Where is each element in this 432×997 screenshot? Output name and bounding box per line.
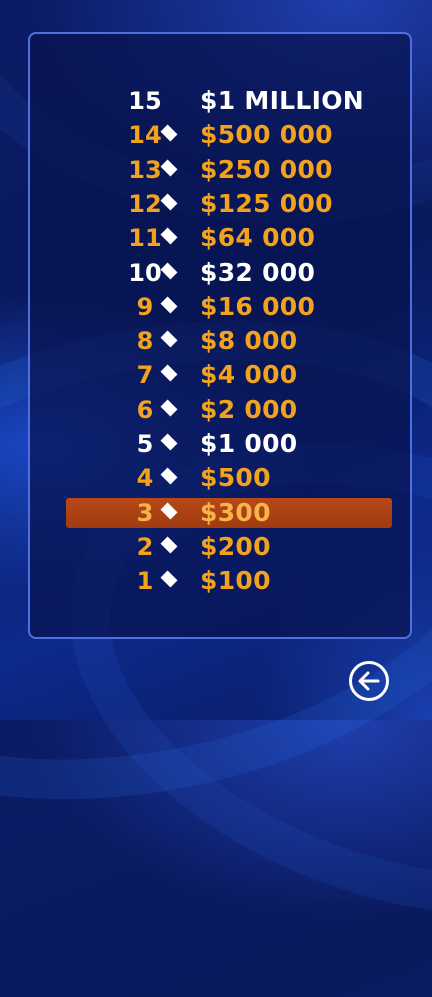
- ladder-prize-amount: $200: [200, 531, 271, 561]
- back-button[interactable]: [349, 661, 389, 701]
- ladder-prize-amount: $250 000: [200, 154, 333, 184]
- ladder-row: 7 $4 000: [66, 360, 392, 390]
- diamond-icon: [162, 403, 176, 417]
- diamond-icon: [162, 300, 176, 314]
- ladder-prize-amount: $64 000: [200, 223, 316, 253]
- ladder-prize-amount: $125 000: [200, 188, 333, 218]
- ladder-row: 14 $500 000: [66, 120, 392, 150]
- ladder-row: 10 $32 000: [66, 258, 392, 288]
- diamond-icon: [162, 266, 176, 280]
- ladder-row-current: 3 $300: [66, 497, 392, 528]
- ladder-row: 11 $64 000: [66, 223, 392, 253]
- ladder-row: 2 $200: [66, 532, 392, 562]
- ladder-row: 6 $2 000: [66, 395, 392, 425]
- ladder-prize-amount: $1 000: [200, 429, 298, 458]
- diamond-icon: [162, 128, 176, 142]
- diamond-icon: [162, 334, 176, 348]
- ladder-prize-amount: $500 000: [200, 120, 333, 150]
- ladder-row: 4 $500: [66, 463, 392, 493]
- ladder-prize-amount: $8 000: [200, 326, 298, 356]
- ladder-row: 15 $1 MILLION: [66, 86, 392, 116]
- diamond-icon: [162, 471, 176, 485]
- ladder-row: 9 $16 000: [66, 292, 392, 322]
- diamond-icon: [162, 506, 176, 520]
- ladder-row: 8 $8 000: [66, 326, 392, 356]
- money-ladder: 15 $1 MILLION 14 $500 000 13 $250 000 12 $125 0…: [30, 34, 410, 637]
- ladder-prize-amount: $2 000: [200, 394, 298, 424]
- money-ladder-panel: 15 $1 MILLION 14 $500 000 13 $250 000 12 $125 0…: [28, 32, 412, 639]
- diamond-icon: [162, 163, 176, 177]
- diamond-icon: [162, 540, 176, 554]
- diamond-icon: [162, 231, 176, 245]
- ladder-level-number: 15: [128, 87, 162, 115]
- ladder-row: 13 $250 000: [66, 155, 392, 185]
- arrow-left-icon: [358, 671, 380, 691]
- ladder-row: 12 $125 000: [66, 189, 392, 219]
- diamond-icon: [162, 574, 176, 588]
- diamond-icon: [162, 437, 176, 451]
- ladder-prize-amount: $300: [200, 497, 271, 527]
- diamond-icon: [162, 368, 176, 382]
- ladder-prize-amount: $16 000: [200, 291, 316, 321]
- ladder-prize-amount: $4 000: [200, 360, 298, 390]
- ladder-prize-amount: $500: [200, 463, 271, 493]
- ladder-prize-amount: $100: [200, 566, 271, 596]
- diamond-icon: [162, 197, 176, 211]
- ladder-row: 1 $100: [66, 566, 392, 596]
- ladder-prize-amount: $32 000: [200, 257, 316, 287]
- ladder-prize-amount: $1 MILLION: [200, 86, 365, 115]
- ladder-row: 5 $1 000: [66, 429, 392, 459]
